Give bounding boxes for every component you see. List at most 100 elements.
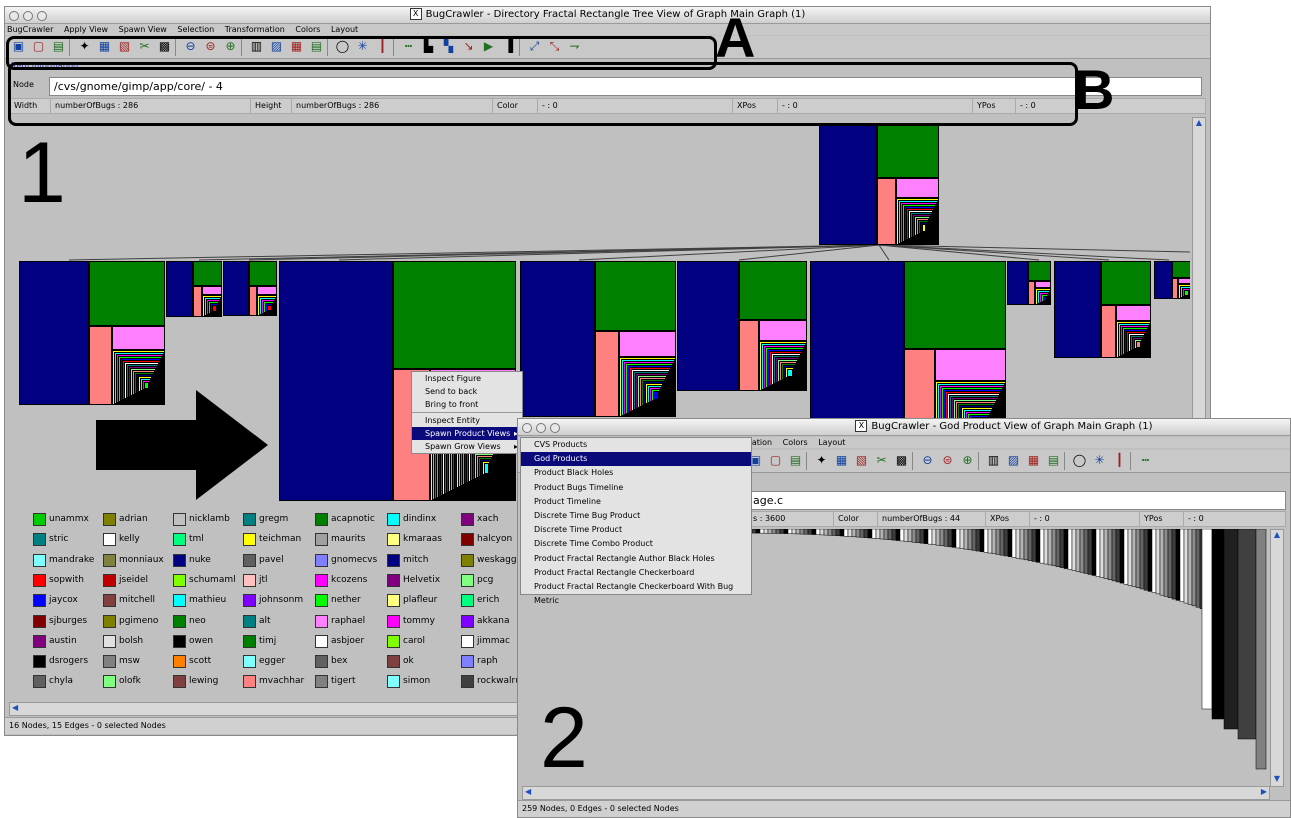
close-window-button[interactable] <box>522 423 532 433</box>
product-bar[interactable] <box>1043 529 1049 565</box>
product-bar[interactable] <box>871 529 877 539</box>
submenu-item[interactable]: Product Bugs Timeline <box>521 481 751 495</box>
scroll-left-arrow-icon[interactable]: ◀ <box>523 787 531 796</box>
product-bar[interactable] <box>1027 529 1033 561</box>
product-bar[interactable] <box>755 529 761 534</box>
tree-node-rect[interactable] <box>739 320 759 391</box>
product-bar[interactable] <box>783 529 789 534</box>
submenu-item[interactable]: Product Fractal Rectangle Author Black H… <box>521 552 751 566</box>
product-bar[interactable] <box>1015 529 1021 559</box>
product-bar[interactable] <box>1051 529 1057 567</box>
tree-node-rect[interactable] <box>1184 290 1189 296</box>
product-bar[interactable] <box>931 529 937 545</box>
product-bar[interactable] <box>899 529 905 542</box>
product-bar[interactable] <box>1095 529 1101 577</box>
tree-node-rect[interactable] <box>89 261 165 326</box>
tree-node-rect[interactable] <box>739 261 807 320</box>
product-bar[interactable] <box>1131 529 1137 587</box>
product-bar[interactable] <box>915 529 921 543</box>
product-bar[interactable] <box>751 529 757 534</box>
tree-node-rect[interactable] <box>1028 261 1051 281</box>
graph-icon[interactable]: ▦ <box>1026 453 1041 468</box>
submenu-item[interactable]: God Products <box>521 452 751 467</box>
layout-icon[interactable]: ✦ <box>814 453 829 468</box>
product-bar[interactable] <box>879 529 885 540</box>
scroll-right-arrow-icon[interactable]: ▶ <box>1261 787 1267 796</box>
tree-node-rect[interactable] <box>1101 261 1151 305</box>
tree-node-rect[interactable] <box>144 382 149 389</box>
product-bar[interactable] <box>1179 529 1185 602</box>
product-bar[interactable] <box>1119 529 1125 584</box>
product-bar[interactable] <box>923 529 929 544</box>
product-bar[interactable] <box>827 529 833 536</box>
tree-node-rect[interactable] <box>202 286 222 295</box>
product-bar[interactable] <box>803 529 809 535</box>
product-bar[interactable] <box>1047 529 1053 566</box>
menu-apply-view[interactable]: Apply View <box>64 25 108 34</box>
product-bar[interactable] <box>1139 529 1145 590</box>
menu-spawn-view[interactable]: Spawn View <box>119 25 167 34</box>
tree-node-rect[interactable] <box>520 261 595 417</box>
product-bar[interactable] <box>883 529 889 540</box>
product-bar[interactable] <box>863 529 869 538</box>
product-bar[interactable] <box>1107 529 1113 580</box>
tree-node-rect[interactable] <box>819 124 877 245</box>
product-bar[interactable] <box>1175 529 1181 601</box>
tree-node-rect[interactable] <box>922 224 926 232</box>
menu-item-inspect-entity[interactable]: Inspect Entity <box>412 414 522 427</box>
tree-node-rect[interactable] <box>193 261 222 286</box>
save-icon[interactable]: ▤ <box>788 453 803 468</box>
product-bar[interactable] <box>967 529 973 551</box>
product-bar[interactable] <box>771 529 777 534</box>
circle-icon[interactable]: ◯ <box>1072 453 1087 468</box>
second-vertical-scrollbar[interactable]: ▲ ▼ <box>1270 529 1284 787</box>
tree-node-rect[interactable] <box>1028 281 1035 305</box>
menu-item-bring-to-front[interactable]: Bring to front <box>412 398 522 411</box>
tree-node-rect[interactable] <box>904 261 1006 349</box>
product-bar[interactable] <box>1191 529 1197 607</box>
product-bar[interactable] <box>1167 529 1173 598</box>
new-icon[interactable]: ▢ <box>768 453 783 468</box>
product-bar[interactable] <box>1237 529 1257 740</box>
menu-colors[interactable]: Colors <box>295 25 320 34</box>
product-bar[interactable] <box>935 529 941 546</box>
tree-node-rect[interactable] <box>1007 261 1028 305</box>
submenu-item[interactable]: Product Timeline <box>521 495 751 509</box>
product-bar[interactable] <box>795 529 801 535</box>
product-bar[interactable] <box>891 529 897 541</box>
scroll-left-arrow-icon[interactable]: ◀ <box>10 703 18 712</box>
product-bar[interactable] <box>831 529 837 536</box>
product-bar[interactable] <box>1007 529 1013 557</box>
submenu-item[interactable]: CVS Products <box>521 438 751 452</box>
product-bar[interactable] <box>1135 529 1141 589</box>
product-bar[interactable] <box>991 529 997 555</box>
product-bar[interactable] <box>779 529 785 534</box>
menu-colors[interactable]: Colors <box>783 438 808 447</box>
product-bar[interactable] <box>1255 529 1267 770</box>
tree-node-rect[interactable] <box>619 331 676 357</box>
menu-layout[interactable]: Layout <box>331 25 358 34</box>
product-bar[interactable] <box>907 529 913 543</box>
tree-node-rect[interactable] <box>249 286 257 316</box>
product-bar[interactable] <box>999 529 1005 556</box>
product-bar[interactable] <box>1187 529 1193 605</box>
tree-node-rect[interactable] <box>112 326 165 350</box>
main-horizontal-scrollbar[interactable]: ◀ <box>9 702 531 716</box>
product-bar[interactable] <box>1075 529 1081 572</box>
zoom-out-icon[interactable]: ⊖ <box>920 453 935 468</box>
pattern-icon[interactable]: ▩ <box>894 453 909 468</box>
star-icon[interactable]: ✳ <box>1092 453 1107 468</box>
product-bar[interactable] <box>843 529 849 537</box>
product-bar[interactable] <box>963 529 969 550</box>
menu-item-inspect-figure[interactable]: Inspect Figure <box>412 372 522 385</box>
product-bar[interactable] <box>847 529 853 537</box>
product-bar[interactable] <box>927 529 933 545</box>
cut-icon[interactable]: ✂ <box>874 453 889 468</box>
tree-node-rect[interactable] <box>1035 281 1051 288</box>
product-bar[interactable] <box>971 529 977 551</box>
product-bar[interactable] <box>799 529 805 535</box>
product-bar[interactable] <box>1155 529 1161 595</box>
product-bar[interactable] <box>903 529 909 542</box>
product-bar[interactable] <box>775 529 781 534</box>
product-bar[interactable] <box>939 529 945 546</box>
